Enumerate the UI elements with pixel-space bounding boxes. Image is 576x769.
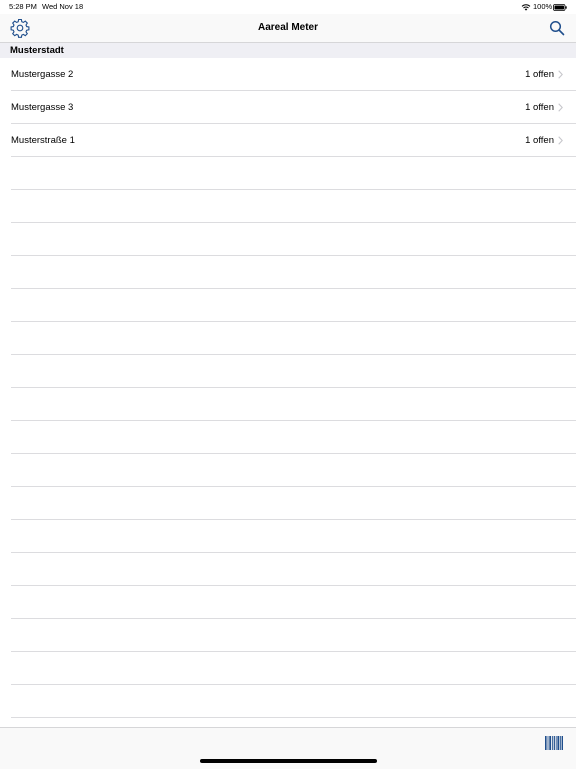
row-separator xyxy=(11,618,576,619)
row-separator xyxy=(11,585,576,586)
status-date: Wed Nov 18 xyxy=(42,2,84,11)
list-item[interactable]: Mustergasse 3 1 offen xyxy=(0,91,576,124)
row-separator xyxy=(11,189,576,190)
barcode-icon[interactable] xyxy=(545,736,563,750)
row-separator xyxy=(11,519,576,520)
row-separator xyxy=(11,717,576,718)
row-separator xyxy=(11,486,576,487)
list-item-label: Musterstraße 1 xyxy=(11,135,75,146)
section-header: Musterstadt xyxy=(0,43,576,58)
search-icon[interactable] xyxy=(549,20,565,36)
address-list: Mustergasse 2 1 offen Mustergasse 3 1 of… xyxy=(0,58,576,157)
navigation-bar: Aareal Meter xyxy=(0,14,576,43)
list-item-detail: 1 offen xyxy=(525,102,554,113)
list-item[interactable]: Musterstraße 1 1 offen xyxy=(0,124,576,157)
chevron-right-icon xyxy=(558,103,563,112)
row-separator xyxy=(11,453,576,454)
row-separator xyxy=(11,321,576,322)
wifi-icon xyxy=(521,4,531,11)
status-time: 5:28 PM xyxy=(9,2,37,11)
list-item-detail: 1 offen xyxy=(525,135,554,146)
row-separator xyxy=(11,387,576,388)
chevron-right-icon xyxy=(558,136,563,145)
home-indicator xyxy=(200,759,377,763)
page-title: Aareal Meter xyxy=(257,22,319,33)
status-bar: 5:28 PM Wed Nov 18 100% xyxy=(0,0,576,14)
gear-icon[interactable] xyxy=(10,18,30,38)
list-item-label: Mustergasse 2 xyxy=(11,69,74,80)
row-separator xyxy=(11,288,576,289)
list-item[interactable]: Mustergasse 2 1 offen xyxy=(0,58,576,91)
row-separator xyxy=(11,255,576,256)
battery-icon xyxy=(553,3,567,11)
list-item-detail: 1 offen xyxy=(525,69,554,80)
row-separator xyxy=(11,354,576,355)
section-title: Musterstadt xyxy=(10,45,64,56)
row-separator xyxy=(11,222,576,223)
row-separator xyxy=(11,552,576,553)
row-separator xyxy=(11,684,576,685)
list-item-label: Mustergasse 3 xyxy=(11,102,74,113)
chevron-right-icon xyxy=(558,70,563,79)
row-separator xyxy=(11,420,576,421)
row-separator xyxy=(11,651,576,652)
battery-percent: 100% xyxy=(533,2,553,11)
